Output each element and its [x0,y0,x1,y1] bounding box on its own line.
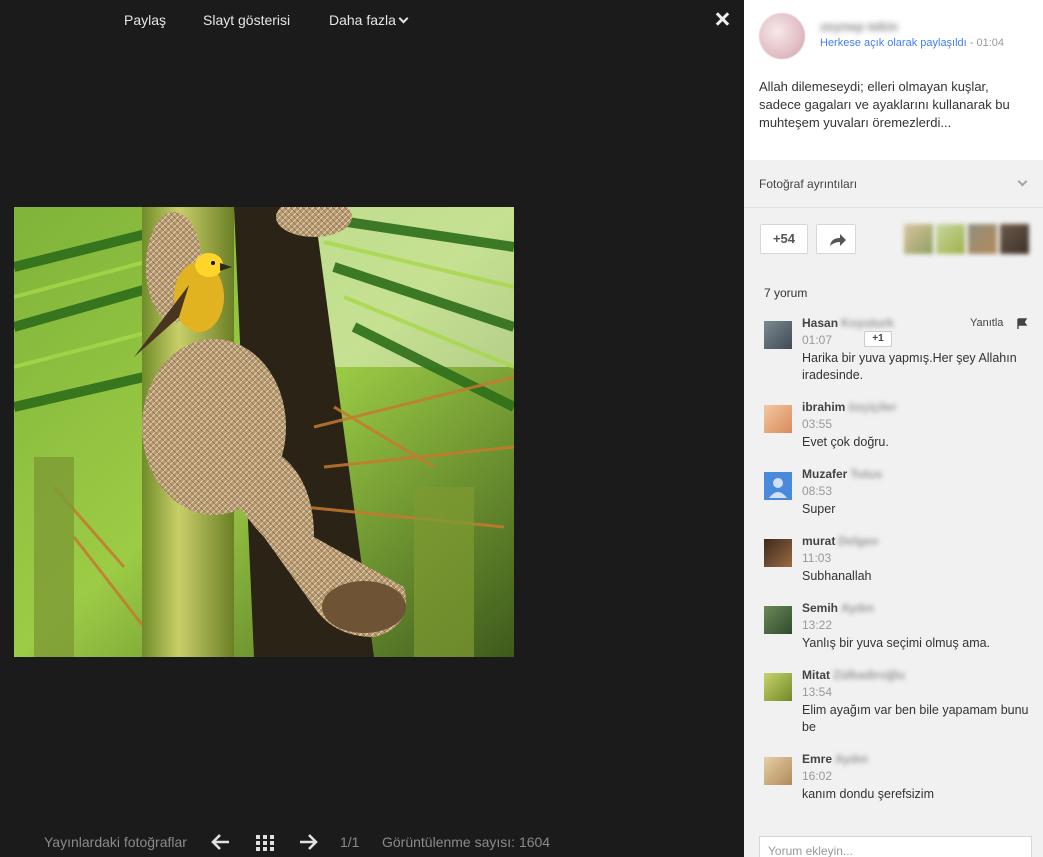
more-menu-label: Daha fazla [329,12,396,28]
post-time: - 01:04 [966,37,1005,49]
close-icon[interactable] [712,9,732,29]
reply-link[interactable]: Yanıtla [970,317,1003,329]
default-user-icon [769,478,787,498]
comment-text: Super [802,502,836,516]
comment-text: kanım dondu şerefsizim [802,787,935,801]
commenter-last-name: Delgeo [838,534,879,548]
post-header: zeynep tekin Herkese açık olarak paylaşı… [744,0,1043,160]
comment-time: 08:53 [802,484,833,498]
plus-one-button[interactable]: +54 [760,224,808,254]
chevron-down-icon [1017,176,1028,187]
bird-nest-photo [14,207,514,657]
author-avatar[interactable] [759,13,805,59]
slideshow-button[interactable]: Slayt gösterisi [203,12,290,28]
grid-icon[interactable] [253,830,277,854]
comment-time: 01:07 [802,333,833,347]
photo-details-label: Fotoğraf ayrıntıları [759,177,858,191]
commenter-first-name: ibrahim [802,400,846,414]
commenter-name[interactable]: Muzafer Tutus [802,467,882,481]
viewer-toolbar: Paylaş Slayt gösterisi Daha fazla [0,0,744,40]
more-menu-button[interactable]: Daha fazla [329,12,409,28]
post-text: Allah dilemeseydi; elleri olmayan kuşlar… [759,79,1010,130]
commenter-name[interactable]: ibrahim özçiçiler [802,400,896,414]
commenter-avatar[interactable] [764,757,792,785]
plus-one-avatar[interactable] [904,224,933,254]
photo-index: 1/1 [340,834,360,850]
commenter-first-name: Semih [802,601,839,615]
commenter-last-name: Koyuturk [841,316,894,330]
commenter-name[interactable]: Hasan Koyuturk [802,316,894,330]
commenter-first-name: Emre [802,752,833,766]
chevron-down-icon [398,13,409,24]
comment-text: Evet çok doğru. [802,435,889,449]
commenter-last-name: Aydın [841,601,874,615]
viewer-footer: Yayınlardaki fotoğraflar 1/1 Görüntülenm… [0,828,744,857]
commenter-first-name: Hasan [802,316,839,330]
view-count: Görüntülenme sayısı: 1604 [382,834,551,850]
plus-one-avatar[interactable] [936,224,965,254]
comment-time: 11:03 [802,551,832,565]
arrow-right-icon[interactable] [296,830,320,854]
add-comment-input[interactable] [759,836,1032,857]
plus-one-avatar[interactable] [968,224,997,254]
flag-icon[interactable] [1016,318,1028,330]
plus-one-avatars[interactable] [904,224,1030,254]
comment-time: 13:22 [802,618,833,632]
post-panel: zeynep tekin Herkese açık olarak paylaşı… [744,0,1043,857]
commenter-last-name: Aydın [835,752,868,766]
commenter-avatar[interactable] [764,673,792,701]
commenter-name[interactable]: Mitat Zülkadiroğlu [802,668,905,682]
posts-photos-link[interactable]: Yayınlardaki fotoğraflar [44,834,187,850]
commenter-name[interactable]: Emre Aydın [802,752,868,766]
commenter-name[interactable]: murat Delgeo [802,534,878,548]
main-photo[interactable] [14,207,514,657]
comment-time: 13:54 [802,685,833,699]
reshare-button[interactable] [816,224,856,254]
comment-text: Subhanallah [802,569,872,583]
comment-text: Yanlış bir yuva seçimi olmuş ama. [802,636,991,650]
comment-text: Elim ayağım var ben bile yapamam bunu be [802,703,1029,734]
photo-viewer: Paylaş Slayt gösterisi Daha fazla Yayınl… [0,0,744,857]
commenter-avatar[interactable] [764,321,792,349]
commenter-avatar[interactable] [764,405,792,433]
commenter-avatar[interactable] [764,606,792,634]
comment-text: Harika bir yuva yapmış.Her şey Allahın i… [802,351,1017,382]
commenter-last-name: özçiçiler [848,400,897,414]
share-visibility-link[interactable]: Herkese açık olarak paylaşıldı [820,37,967,49]
comment-time: 16:02 [802,769,833,783]
plus-one-avatar[interactable] [1000,224,1029,254]
comment-plus-one-button[interactable]: +1 [864,331,892,347]
share-button[interactable]: Paylaş [124,12,166,28]
share-arrow-icon [830,234,846,246]
arrow-left-icon[interactable] [209,830,233,854]
commenter-avatar[interactable] [764,472,792,500]
comment-count: 7 yorum [764,286,808,300]
commenter-last-name: Tutus [850,467,883,481]
commenter-first-name: Mitat [802,668,830,682]
author-name[interactable]: zeynep tekin [820,19,898,34]
commenter-last-name: Zülkadiroğlu [833,668,905,682]
comment-time: 03:55 [802,417,833,431]
commenter-avatar[interactable] [764,539,792,567]
commenter-name[interactable]: Semih Aydın [802,601,874,615]
commenter-first-name: murat [802,534,836,548]
commenter-first-name: Muzafer [802,467,848,481]
share-info: Herkese açık olarak paylaşıldı - 01:04 [820,37,1004,49]
photo-details-toggle[interactable]: Fotoğraf ayrıntıları [744,160,1043,208]
